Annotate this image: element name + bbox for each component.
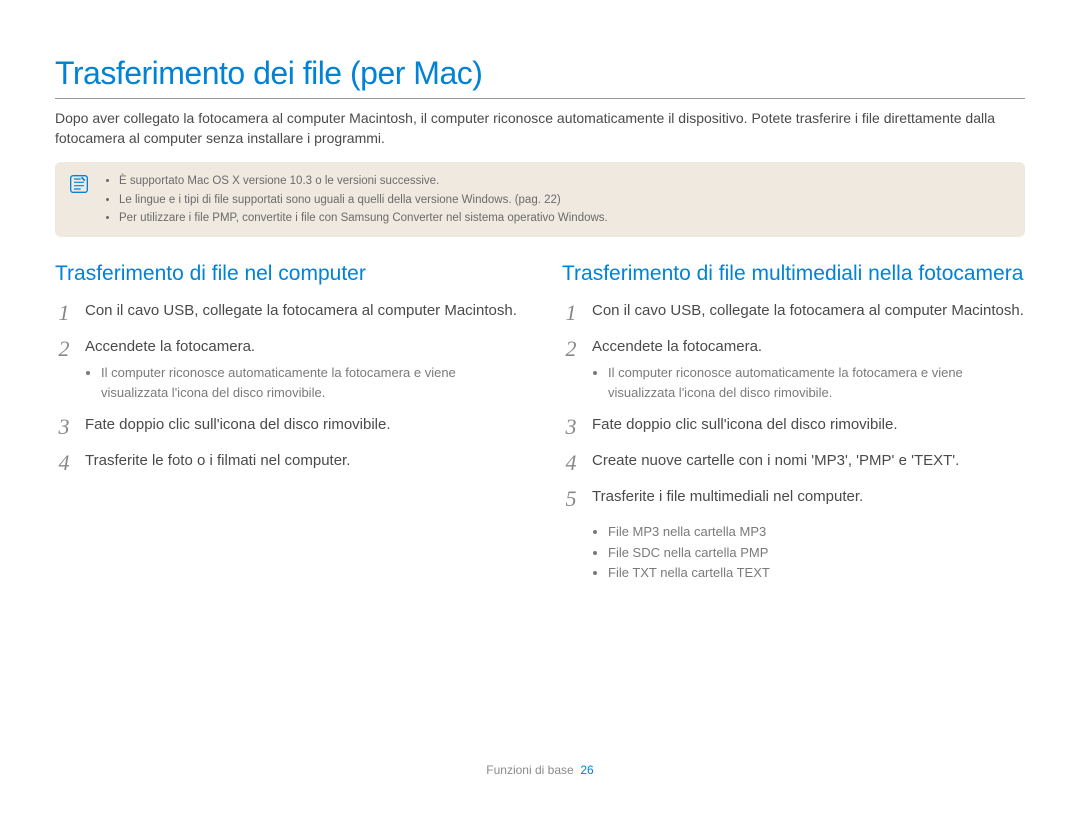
note-list: È supportato Mac OS X versione 10.3 o le… — [103, 172, 608, 227]
note-icon — [69, 174, 89, 194]
step-text: Con il cavo USB, collegate la fotocamera… — [85, 300, 517, 322]
step-text: Accendete la fotocamera. Il computer ric… — [85, 336, 518, 403]
step-number: 4 — [562, 450, 580, 474]
section-heading-left: Trasferimento di file nel computer — [55, 261, 518, 287]
step-list-right: 1 Con il cavo USB, collegate la fotocame… — [562, 300, 1025, 511]
footer-section: Funzioni di base — [486, 763, 573, 777]
left-column: Trasferimento di file nel computer 1 Con… — [55, 261, 518, 582]
step: 2 Accendete la fotocamera. Il computer r… — [55, 336, 518, 403]
step-text: Fate doppio clic sull'icona del disco ri… — [85, 414, 391, 436]
step: 3 Fate doppio clic sull'icona del disco … — [55, 414, 518, 438]
step: 4 Trasferite le foto o i filmati nel com… — [55, 450, 518, 474]
step-number: 3 — [55, 414, 73, 438]
footer-page-number: 26 — [580, 763, 593, 777]
step: 1 Con il cavo USB, collegate la fotocame… — [562, 300, 1025, 324]
step-number: 5 — [562, 486, 580, 510]
sub-item: File SDC nella cartella PMP — [608, 543, 1025, 563]
step-number: 1 — [562, 300, 580, 324]
step: 2 Accendete la fotocamera. Il computer r… — [562, 336, 1025, 403]
step: 5 Trasferite i file multimediali nel com… — [562, 486, 1025, 510]
step-text: Create nuove cartelle con i nomi 'MP3', … — [592, 450, 959, 472]
note-item: È supportato Mac OS X versione 10.3 o le… — [119, 172, 608, 190]
step-text: Accendete la fotocamera. Il computer ric… — [592, 336, 1025, 403]
step: 3 Fate doppio clic sull'icona del disco … — [562, 414, 1025, 438]
section-heading-right: Trasferimento di file multimediali nella… — [562, 261, 1025, 287]
step-text-span: Accendete la fotocamera. — [85, 338, 255, 355]
step-text-span: Accendete la fotocamera. — [592, 338, 762, 355]
step-text: Trasferite le foto o i filmati nel compu… — [85, 450, 350, 472]
note-box: È supportato Mac OS X versione 10.3 o le… — [55, 162, 1025, 237]
sub-item: Il computer riconosce automaticamente la… — [608, 363, 1025, 402]
step-number: 1 — [55, 300, 73, 324]
sub-list: Il computer riconosce automaticamente la… — [85, 363, 518, 402]
right-column: Trasferimento di file multimediali nella… — [562, 261, 1025, 582]
step-number: 4 — [55, 450, 73, 474]
step-list-left: 1 Con il cavo USB, collegate la fotocame… — [55, 300, 518, 475]
footer: Funzioni di base 26 — [0, 763, 1080, 777]
page-title: Trasferimento dei file (per Mac) — [55, 55, 1025, 99]
sub-item: File TXT nella cartella TEXT — [608, 563, 1025, 583]
sub-item: Il computer riconosce automaticamente la… — [101, 363, 518, 402]
note-item: Le lingue e i tipi di file supportati so… — [119, 191, 608, 209]
note-item: Per utilizzare i file PMP, convertite i … — [119, 209, 608, 227]
step-text: Con il cavo USB, collegate la fotocamera… — [592, 300, 1024, 322]
sub-item: File MP3 nella cartella MP3 — [608, 522, 1025, 542]
sub-list-after: File MP3 nella cartella MP3 File SDC nel… — [592, 522, 1025, 582]
step-number: 2 — [562, 336, 580, 360]
step-text: Fate doppio clic sull'icona del disco ri… — [592, 414, 898, 436]
sub-list: Il computer riconosce automaticamente la… — [592, 363, 1025, 402]
intro-text: Dopo aver collegato la fotocamera al com… — [55, 109, 1025, 148]
step: 4 Create nuove cartelle con i nomi 'MP3'… — [562, 450, 1025, 474]
step-number: 3 — [562, 414, 580, 438]
step-text: Trasferite i file multimediali nel compu… — [592, 486, 863, 508]
step-number: 2 — [55, 336, 73, 360]
columns: Trasferimento di file nel computer 1 Con… — [55, 261, 1025, 582]
step: 1 Con il cavo USB, collegate la fotocame… — [55, 300, 518, 324]
